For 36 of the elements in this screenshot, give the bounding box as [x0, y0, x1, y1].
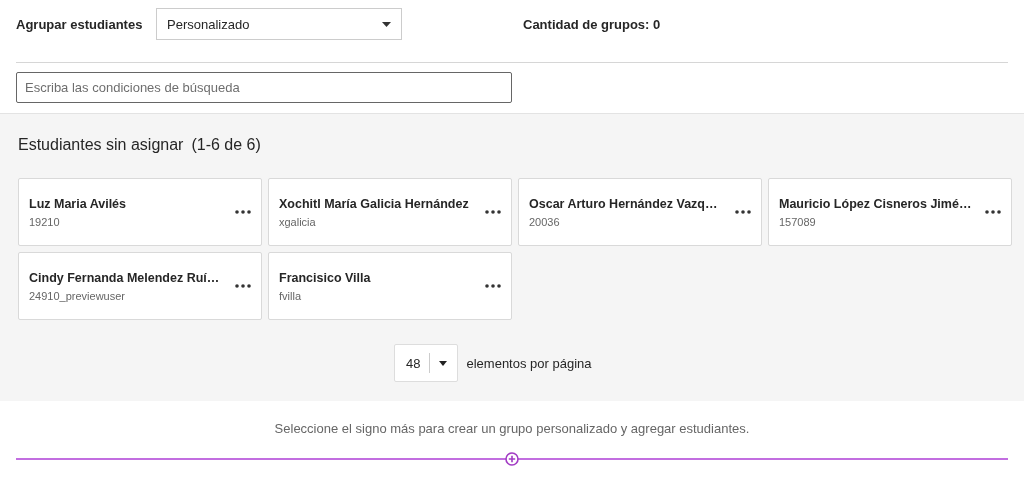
group-count: Cantidad de grupos: 0	[523, 16, 661, 32]
student-name: Xochitl María Galicia Hernández	[279, 196, 469, 211]
student-id: 24910_previewuser	[29, 289, 126, 302]
more-options-icon[interactable]	[735, 210, 751, 214]
student-id: fvilla	[279, 289, 302, 302]
student-id: 19210	[29, 215, 61, 228]
more-options-icon[interactable]	[235, 210, 251, 214]
caret-icon	[439, 360, 448, 366]
per-page-label: elementos por página	[466, 355, 592, 371]
search-field[interactable]: Escriba las condiciones de búsqueda	[16, 72, 512, 103]
student-card[interactable]: Xochitl María Galicia Hernández xgalicia	[268, 178, 512, 246]
student-name: Mauricio López Cisneros Jimé…	[779, 196, 972, 211]
more-options-icon[interactable]	[985, 210, 1001, 214]
student-card[interactable]: Cindy Fernanda Melendez Ruí… 24910_previewuser	[18, 252, 262, 320]
group-by-dropdown[interactable]: Personalizado	[156, 8, 402, 40]
student-name: Luz Maria Avilés	[29, 196, 127, 211]
student-name: Francisico Villa	[279, 270, 371, 285]
student-range: (1-6 de 6)	[191, 136, 261, 154]
more-options-icon[interactable]	[485, 284, 501, 288]
more-options-icon[interactable]	[235, 284, 251, 288]
per-page-dropdown[interactable]: 48	[394, 344, 459, 382]
add-group-icon[interactable]	[505, 452, 519, 466]
student-id: xgalicia	[279, 215, 317, 228]
student-card[interactable]: Luz Maria Avilés 19210	[18, 178, 262, 246]
student-id: 157089	[779, 215, 817, 228]
section-title: Estudiantes sin asignar	[18, 136, 184, 154]
student-name: Oscar Arturo Hernández Vazq…	[529, 196, 718, 211]
hint-text: Seleccione el signo más para crear un grupo personalizado y agregar estudiantes.	[273, 421, 751, 436]
student-card[interactable]: Mauricio López Cisneros Jimé… 157089	[768, 178, 1012, 246]
student-name: Cindy Fernanda Melendez Ruí…	[29, 270, 220, 285]
more-options-icon[interactable]	[485, 210, 501, 214]
student-card[interactable]: Oscar Arturo Hernández Vazq… 20036	[518, 178, 762, 246]
caret-icon	[382, 21, 391, 27]
student-card[interactable]: Francisico Villa fvilla	[268, 252, 512, 320]
group-by-label: Agrupar estudiantes	[16, 16, 144, 32]
student-id: 20036	[529, 215, 561, 228]
